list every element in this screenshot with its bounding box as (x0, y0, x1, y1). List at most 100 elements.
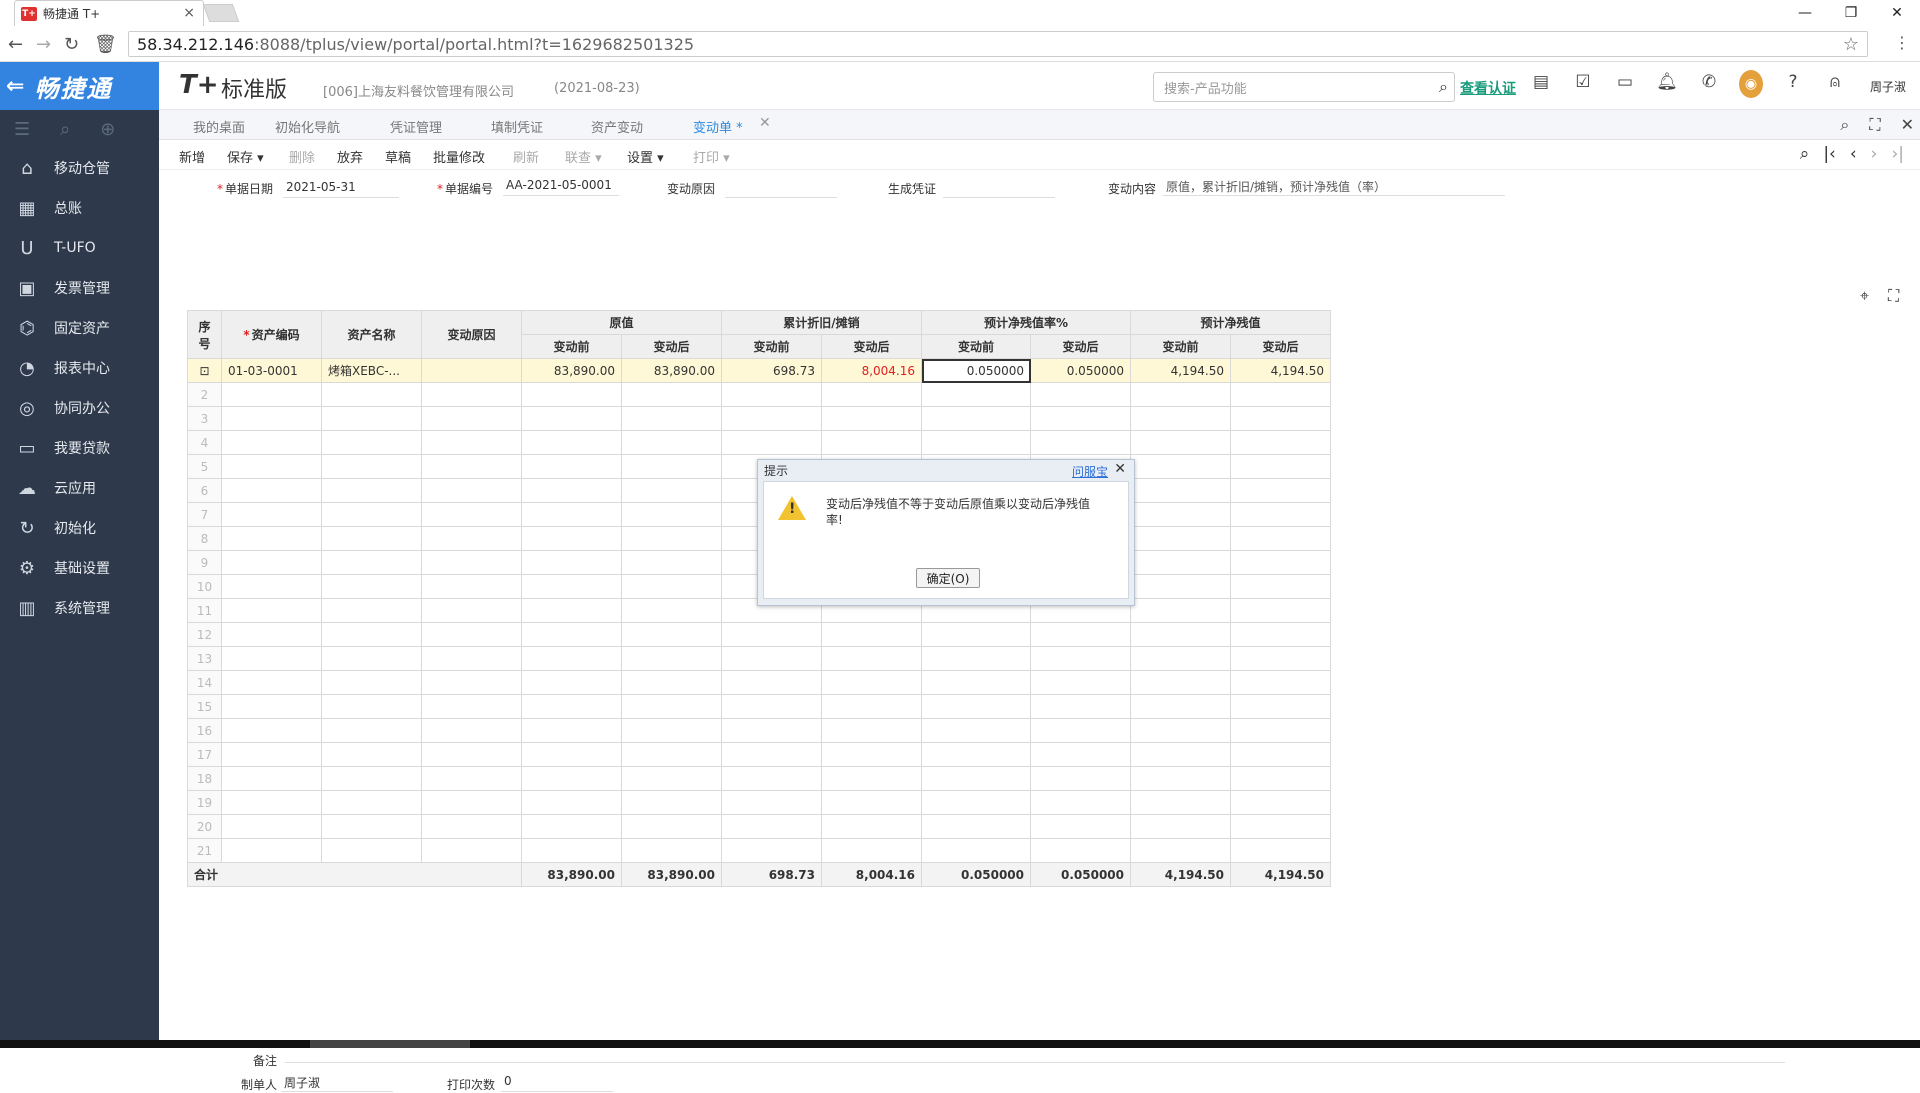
cell-name[interactable]: 烤箱XEBC-... (321, 358, 422, 383)
table-cell[interactable] (921, 766, 1031, 791)
table-cell[interactable] (821, 382, 922, 407)
table-cell[interactable] (1130, 670, 1231, 695)
table-cell[interactable] (1230, 502, 1331, 527)
table-cell[interactable] (1230, 742, 1331, 767)
link-query-button[interactable]: 联查 ▾ (565, 147, 602, 166)
table-row[interactable]: 12 (187, 622, 1331, 647)
assistant-avatar-icon[interactable]: ◉ (1739, 70, 1763, 98)
table-cell[interactable] (921, 622, 1031, 647)
table-cell[interactable] (321, 742, 422, 767)
trash-icon[interactable]: 🗑 (94, 34, 117, 55)
table-cell[interactable] (1130, 454, 1231, 479)
table-cell[interactable] (221, 718, 322, 743)
table-cell[interactable] (1230, 550, 1331, 575)
table-cell[interactable] (221, 766, 322, 791)
table-cell[interactable] (921, 838, 1031, 863)
table-cell[interactable] (521, 526, 622, 551)
table-cell[interactable] (1030, 766, 1131, 791)
table-cell[interactable] (321, 598, 422, 623)
cell-rate-before[interactable]: 0.050000 (921, 358, 1031, 383)
table-cell[interactable] (221, 790, 322, 815)
table-cell[interactable] (321, 502, 422, 527)
last-record-icon[interactable]: ›| (1891, 144, 1904, 164)
close-icon[interactable]: ✕ (1901, 115, 1914, 135)
table-cell[interactable] (1130, 550, 1231, 575)
table-cell[interactable] (421, 382, 522, 407)
delete-button[interactable]: 删除 (289, 147, 315, 166)
table-cell[interactable] (321, 838, 422, 863)
table-cell[interactable] (621, 766, 722, 791)
table-cell[interactable] (621, 742, 722, 767)
table-cell[interactable] (821, 742, 922, 767)
table-row[interactable]: 14 (187, 670, 1331, 695)
table-cell[interactable] (721, 838, 822, 863)
table-cell[interactable] (921, 430, 1031, 455)
sidebar-item[interactable]: ◎ 协同办公 (0, 388, 159, 428)
table-cell[interactable] (421, 766, 522, 791)
table-cell[interactable] (1130, 502, 1231, 527)
table-cell[interactable] (1130, 790, 1231, 815)
table-cell[interactable] (221, 742, 322, 767)
verify-link[interactable]: 查看认证 (1460, 78, 1516, 98)
new-tab-button[interactable] (202, 4, 240, 22)
table-cell[interactable] (1230, 454, 1331, 479)
table-cell[interactable] (621, 622, 722, 647)
table-cell[interactable] (1130, 406, 1231, 431)
table-cell[interactable] (421, 670, 522, 695)
table-cell[interactable] (1030, 430, 1131, 455)
table-cell[interactable] (421, 478, 522, 503)
print-button[interactable]: 打印 ▾ (693, 147, 730, 166)
table-cell[interactable] (1030, 622, 1131, 647)
save-button[interactable]: 保存 ▾ (227, 147, 264, 166)
table-cell[interactable] (421, 406, 522, 431)
table-cell[interactable] (621, 694, 722, 719)
table-cell[interactable] (421, 646, 522, 671)
window-close-icon[interactable]: ✕ (1874, 0, 1920, 26)
table-cell[interactable] (1030, 646, 1131, 671)
table-cell[interactable] (1130, 598, 1231, 623)
search-input[interactable]: 搜索-产品功能 ⌕ (1153, 72, 1455, 102)
table-cell[interactable] (1230, 670, 1331, 695)
cell-rate-after[interactable]: 0.050000 (1030, 358, 1131, 383)
table-cell[interactable] (521, 406, 622, 431)
tab-close-icon[interactable]: ✕ (759, 115, 771, 131)
menu-icon[interactable]: ☰ (14, 119, 30, 140)
table-row[interactable]: 13 (187, 646, 1331, 671)
cell-code[interactable]: 01-03-0001 (221, 358, 322, 383)
table-cell[interactable] (321, 622, 422, 647)
table-cell[interactable] (921, 694, 1031, 719)
tab-desktop[interactable]: 我的桌面 (193, 117, 245, 136)
table-cell[interactable] (721, 694, 822, 719)
browser-menu-icon[interactable]: ⋮ (1894, 33, 1910, 52)
search-icon[interactable]: ⌕ (1840, 115, 1849, 135)
table-cell[interactable] (921, 670, 1031, 695)
table-cell[interactable] (221, 622, 322, 647)
next-record-icon[interactable]: › (1871, 144, 1878, 164)
table-cell[interactable] (621, 406, 722, 431)
table-cell[interactable] (621, 502, 722, 527)
tab-init-guide[interactable]: 初始化导航 (275, 117, 340, 136)
message-icon[interactable]: ▭ (1613, 72, 1637, 98)
table-row[interactable]: 20 (187, 814, 1331, 839)
table-cell[interactable] (921, 718, 1031, 743)
table-row[interactable]: 15 (187, 694, 1331, 719)
table-cell[interactable] (621, 526, 722, 551)
cell-orig-after[interactable]: 83,890.00 (621, 358, 722, 383)
table-cell[interactable] (1030, 742, 1131, 767)
table-cell[interactable] (821, 838, 922, 863)
table-cell[interactable] (421, 814, 522, 839)
table-cell[interactable] (521, 478, 622, 503)
table-cell[interactable] (1030, 382, 1131, 407)
table-cell[interactable] (421, 694, 522, 719)
table-cell[interactable] (321, 454, 422, 479)
table-cell[interactable] (1130, 622, 1231, 647)
table-cell[interactable] (321, 382, 422, 407)
username[interactable]: 周子淑 (1870, 78, 1906, 95)
table-cell[interactable] (1230, 694, 1331, 719)
table-cell[interactable] (1130, 478, 1231, 503)
table-cell[interactable] (1230, 478, 1331, 503)
find-record-icon[interactable]: ⌕ (1800, 144, 1810, 164)
table-cell[interactable] (221, 406, 322, 431)
sidebar-item[interactable]: ▣ 发票管理 (0, 268, 159, 308)
table-cell[interactable] (821, 670, 922, 695)
